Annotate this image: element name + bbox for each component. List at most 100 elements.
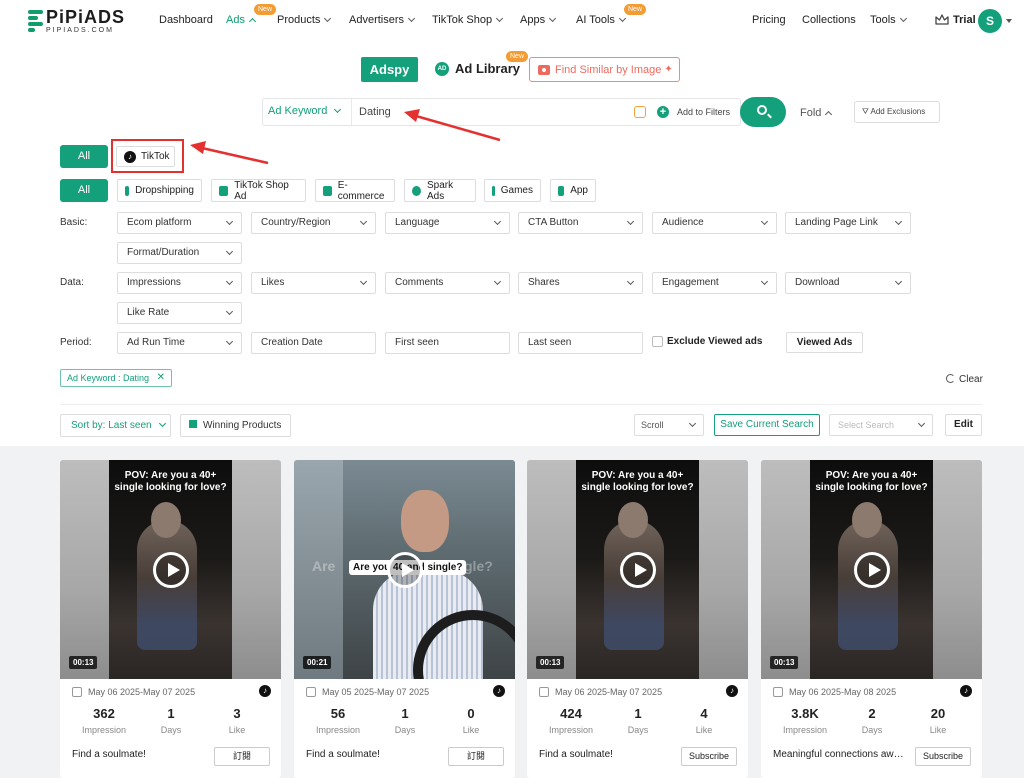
days-label: Days: [160, 725, 182, 735]
video-thumbnail[interactable]: Are gle? Are you 40 and single? 00:21: [294, 460, 515, 679]
filter-first-seen[interactable]: First seen: [385, 332, 510, 354]
filter-like-rate[interactable]: Like Rate: [117, 302, 242, 324]
duration-badge: 00:21: [303, 656, 332, 669]
platform-all-tab[interactable]: All: [60, 145, 108, 168]
filter-comments[interactable]: Comments: [385, 272, 510, 294]
scroll-select[interactable]: Scroll: [634, 414, 704, 436]
play-icon[interactable]: [387, 552, 423, 588]
find-similar-button[interactable]: Find Similar by Image ✦: [529, 57, 680, 82]
sort-select[interactable]: Sort by: Last seen: [60, 414, 171, 437]
nav-advertisers[interactable]: Advertisers: [349, 14, 416, 26]
caret-down-icon[interactable]: [1006, 19, 1012, 23]
viewed-ads-button[interactable]: Viewed Ads: [786, 332, 863, 353]
nav-ads[interactable]: Ads: [226, 14, 257, 26]
ad-library-button[interactable]: AD Ad Library: [435, 61, 520, 76]
plus-icon[interactable]: +: [657, 106, 669, 118]
app-grid-icon: [558, 185, 565, 196]
category-all-tab[interactable]: All: [60, 179, 108, 202]
video-caption: POV: Are you a 40+ single looking for lo…: [815, 470, 928, 493]
cta-button[interactable]: 訂閱: [214, 747, 270, 766]
nav-tools[interactable]: Tools: [870, 14, 907, 26]
select-search-dropdown[interactable]: Select Search: [829, 414, 933, 436]
nav-products[interactable]: Products: [277, 14, 332, 26]
filter-creation-date[interactable]: Creation Date: [251, 332, 376, 354]
nav-pricing[interactable]: Pricing: [752, 14, 786, 26]
category-tiktok-shop-ad[interactable]: TikTok Shop Ad: [211, 179, 306, 202]
cta-button[interactable]: Subscribe: [681, 747, 737, 766]
search-button[interactable]: [740, 97, 786, 127]
filter-language[interactable]: Language: [385, 212, 510, 234]
chevron-down-icon: [626, 277, 635, 286]
ad-card[interactable]: POV: Are you a 40+ single looking for lo…: [60, 460, 281, 778]
nav-apps[interactable]: Apps: [520, 14, 557, 26]
filter-likes[interactable]: Likes: [251, 272, 376, 294]
filter-landing-page-link[interactable]: Landing Page Link: [785, 212, 911, 234]
clear-button[interactable]: Clear: [946, 373, 983, 385]
add-to-filters-button[interactable]: Add to Filters: [677, 107, 730, 117]
ad-library-icon: AD: [435, 61, 449, 76]
filter-engagement[interactable]: Engagement: [652, 272, 777, 294]
divider: [60, 404, 982, 405]
ad-card[interactable]: POV: Are you a 40+ single looking for lo…: [761, 460, 982, 778]
like-label: Like: [228, 725, 246, 735]
close-icon[interactable]: ✕: [157, 370, 165, 386]
play-icon[interactable]: [854, 552, 890, 588]
tiktok-icon: ♪: [726, 685, 738, 697]
search-input[interactable]: [359, 103, 599, 121]
active-filter-chip: Ad Keyword : Dating ✕: [60, 369, 172, 387]
chevron-down-icon: [760, 277, 769, 286]
category-app[interactable]: App: [550, 179, 596, 202]
filter-shares[interactable]: Shares: [518, 272, 643, 294]
days-value: 2: [868, 706, 876, 721]
category-spark-ads[interactable]: Spark Ads: [404, 179, 476, 202]
image-search-icon[interactable]: [634, 106, 646, 118]
nav-dashboard[interactable]: Dashboard: [159, 14, 213, 26]
ad-card[interactable]: POV: Are you a 40+ single looking for lo…: [527, 460, 748, 778]
nav-tiktok-shop[interactable]: TikTok Shop: [432, 14, 504, 26]
winning-products-button[interactable]: Winning Products: [180, 414, 291, 437]
camera-icon: [538, 64, 550, 75]
exclude-viewed-checkbox[interactable]: [652, 336, 663, 347]
save-search-button[interactable]: Save Current Search: [714, 414, 820, 436]
cta-button[interactable]: 訂閱: [448, 747, 504, 766]
chevron-down-icon: [899, 14, 907, 23]
filter-cta-button[interactable]: CTA Button: [518, 212, 643, 234]
edit-button[interactable]: Edit: [945, 414, 982, 436]
filter-audience[interactable]: Audience: [652, 212, 777, 234]
chevron-up-icon: [248, 17, 257, 26]
category-games[interactable]: Games: [484, 179, 541, 202]
search-type-select[interactable]: Ad Keyword: [268, 105, 342, 117]
adspy-button[interactable]: Adspy: [361, 57, 418, 82]
add-exclusions-button[interactable]: ⛛ Add Exclusions: [854, 101, 940, 123]
nav-ai-tools[interactable]: AI Tools: [576, 14, 626, 26]
chevron-down-icon: [158, 419, 166, 428]
filter-last-seen[interactable]: Last seen: [518, 332, 643, 354]
platform-tiktok-tab[interactable]: ♪ TikTok: [116, 146, 175, 167]
filter-ecom-platform[interactable]: Ecom platform: [117, 212, 242, 234]
filter-format-duration[interactable]: Format/Duration: [117, 242, 242, 264]
avatar[interactable]: S: [978, 9, 1002, 33]
period-label: Period:: [60, 337, 92, 348]
search-bar: Ad Keyword + Add to Filters: [262, 98, 741, 126]
category-ecommerce[interactable]: E-commerce: [315, 179, 395, 202]
filter-impressions[interactable]: Impressions: [117, 272, 242, 294]
video-thumbnail[interactable]: POV: Are you a 40+ single looking for lo…: [761, 460, 982, 679]
nav-collections[interactable]: Collections: [802, 14, 856, 26]
cta-button[interactable]: Subscribe: [915, 747, 971, 766]
date-range: May 06 2025-May 08 2025: [789, 687, 897, 697]
play-icon[interactable]: [620, 552, 656, 588]
crown-icon: [935, 14, 949, 25]
fold-toggle[interactable]: Fold: [800, 107, 833, 119]
impression-label: Impression: [782, 725, 827, 735]
logo[interactable]: PiPiADS PIPIADS.COM: [28, 8, 125, 34]
play-icon[interactable]: [153, 552, 189, 588]
filter-ad-run-time[interactable]: Ad Run Time: [117, 332, 242, 354]
filter-country-region[interactable]: Country/Region: [251, 212, 376, 234]
video-thumbnail[interactable]: POV: Are you a 40+ single looking for lo…: [527, 460, 748, 679]
trial-label[interactable]: Trial: [953, 14, 976, 26]
ghost-caption: gle?: [464, 558, 493, 574]
ad-card[interactable]: Are gle? Are you 40 and single? 00:21 Ma…: [294, 460, 515, 778]
filter-download[interactable]: Download: [785, 272, 911, 294]
category-dropshipping[interactable]: Dropshipping: [117, 179, 202, 202]
video-thumbnail[interactable]: POV: Are you a 40+ single looking for lo…: [60, 460, 281, 679]
